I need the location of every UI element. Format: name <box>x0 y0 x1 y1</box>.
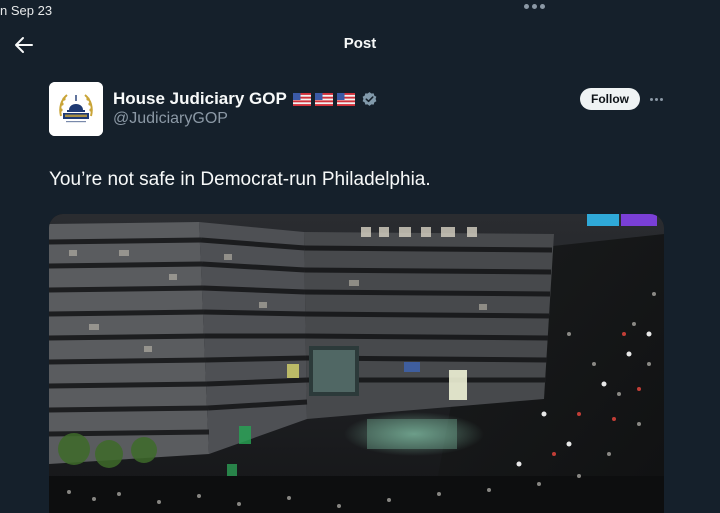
us-flag-icon <box>292 92 311 106</box>
avatar[interactable] <box>49 82 103 136</box>
media-image <box>49 214 664 513</box>
author-name-row[interactable]: House Judiciary GOP <box>113 89 378 109</box>
author-handle[interactable]: @JudiciaryGOP <box>113 110 228 128</box>
tweet-text: You’re not safe in Democrat-run Philadel… <box>49 169 431 190</box>
us-flag-icon <box>336 92 355 106</box>
more-options-button[interactable] <box>646 90 666 108</box>
post-screen: n Sep 23 Post House Judiciary GOP @Judic… <box>0 0 720 513</box>
top-handle-dots-icon <box>524 4 545 9</box>
judiciary-logo-icon <box>49 82 103 136</box>
us-flag-icon <box>314 92 333 106</box>
more-horizontal-icon <box>649 97 653 101</box>
verified-badge-icon <box>362 91 377 106</box>
tweet-media[interactable] <box>49 214 664 513</box>
author-name[interactable]: House Judiciary GOP <box>113 89 287 109</box>
page-title: Post <box>343 35 377 52</box>
flags-group <box>292 92 355 106</box>
follow-button[interactable]: Follow <box>580 88 640 110</box>
status-date: n Sep 23 <box>0 3 53 18</box>
